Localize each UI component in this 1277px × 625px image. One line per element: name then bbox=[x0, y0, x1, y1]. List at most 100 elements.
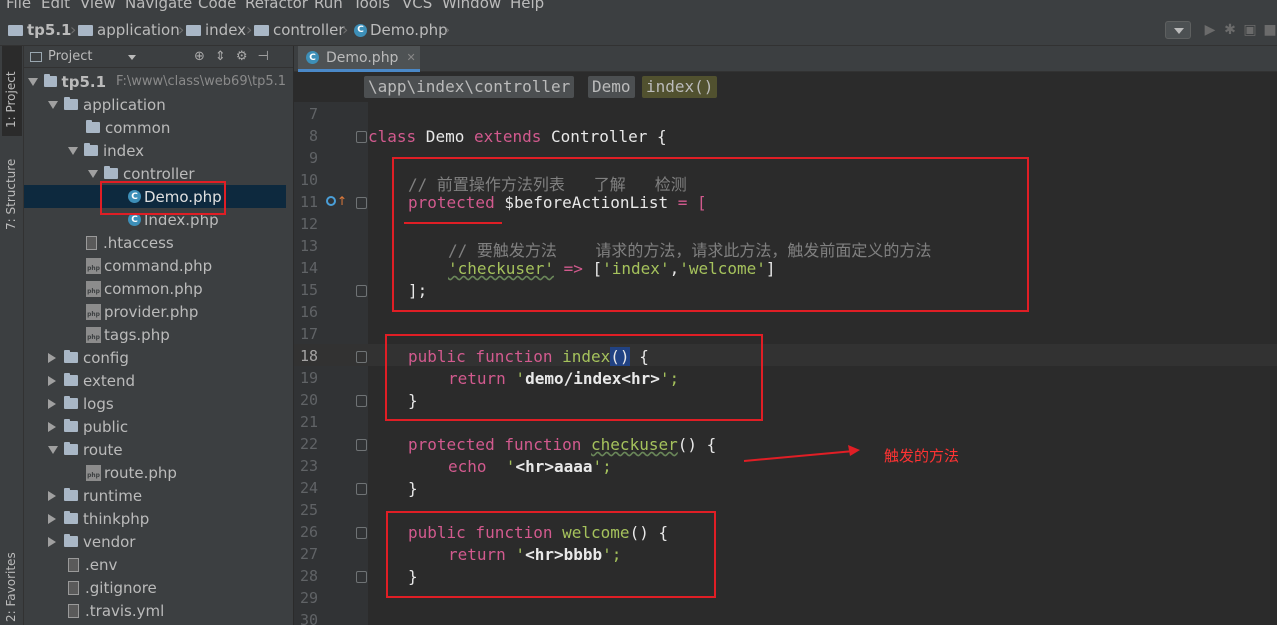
menu-vcs[interactable]: VCS bbox=[402, 0, 432, 12]
menu-file[interactable]: File bbox=[6, 0, 31, 12]
chevron-down-icon[interactable] bbox=[128, 55, 136, 60]
folder-icon bbox=[254, 24, 269, 36]
project-panel-header[interactable]: Project ⊕ ⇕ ⚙ ⊣ bbox=[24, 46, 293, 68]
tree-item-tags-php[interactable]: php tags.php bbox=[24, 323, 286, 346]
code-line-23: echo '<hr>aaaa'; bbox=[448, 457, 612, 476]
text-file-icon bbox=[68, 557, 79, 572]
php-file-icon: php bbox=[86, 464, 101, 481]
menu-tools[interactable]: Tools bbox=[353, 0, 390, 12]
tree-item-htaccess[interactable]: .htaccess bbox=[24, 231, 286, 254]
fold-marker-icon[interactable] bbox=[356, 527, 367, 539]
line-number: 15 bbox=[299, 281, 318, 299]
collapse-right-icon[interactable] bbox=[48, 490, 56, 501]
tree-item-index[interactable]: index bbox=[24, 139, 286, 162]
fold-marker-icon[interactable] bbox=[356, 439, 367, 451]
tree-item-logs[interactable]: logs bbox=[24, 392, 286, 415]
fold-marker-icon[interactable] bbox=[356, 395, 367, 407]
expand-icon[interactable] bbox=[28, 77, 38, 86]
breadcrumb-class[interactable]: Demo bbox=[588, 76, 635, 98]
crumb-project[interactable]: tp5.1 bbox=[8, 21, 71, 39]
tab-project-tool[interactable]: 1: Project bbox=[2, 46, 22, 136]
tree-item-common-php[interactable]: php common.php bbox=[24, 277, 286, 300]
crumb-application[interactable]: application bbox=[78, 21, 180, 39]
tree-item-application[interactable]: application bbox=[24, 93, 286, 116]
collapse-right-icon[interactable] bbox=[48, 536, 56, 547]
tree-item-command-php[interactable]: php command.php bbox=[24, 254, 286, 277]
debug-icon[interactable]: ✱ bbox=[1223, 23, 1237, 37]
override-arrow-icon[interactable]: ↑ bbox=[337, 194, 347, 208]
tree-item-public[interactable]: public bbox=[24, 415, 286, 438]
tree-item-extend[interactable]: extend bbox=[24, 369, 286, 392]
target-icon[interactable]: ⊕ bbox=[194, 49, 205, 64]
gear-icon[interactable]: ⚙ bbox=[236, 49, 248, 64]
collapse-right-icon[interactable] bbox=[48, 352, 56, 363]
annotation-box-welcome-method bbox=[386, 511, 716, 598]
fold-marker-icon[interactable] bbox=[356, 483, 367, 495]
fold-marker-icon[interactable] bbox=[356, 285, 367, 297]
menu-refactor[interactable]: Refactor bbox=[245, 0, 308, 12]
line-number-current: 18 bbox=[299, 347, 318, 365]
tab-favorites-tool[interactable]: 2: Favorites bbox=[2, 546, 22, 624]
breadcrumb-namespace[interactable]: \app\index\controller bbox=[364, 76, 575, 98]
expand-icon[interactable] bbox=[48, 445, 58, 454]
expand-icon[interactable] bbox=[48, 100, 58, 109]
stop-icon[interactable]: ■ bbox=[1263, 23, 1277, 37]
collapse-icon[interactable]: ⇕ bbox=[215, 49, 226, 64]
chevron-right-icon: › bbox=[342, 20, 349, 39]
tree-item-travis-yml[interactable]: .travis.yml bbox=[24, 599, 286, 622]
crumb-file[interactable]: C Demo.php bbox=[354, 21, 448, 39]
line-number: 9 bbox=[308, 149, 318, 167]
line-number: 24 bbox=[299, 479, 318, 497]
run-icon[interactable]: ▶ bbox=[1203, 23, 1217, 37]
tree-item-thinkphp[interactable]: thinkphp bbox=[24, 507, 286, 530]
tab-structure-tool[interactable]: 7: Structure bbox=[2, 142, 22, 234]
menu-edit[interactable]: Edit bbox=[41, 0, 70, 12]
collapse-right-icon[interactable] bbox=[48, 421, 56, 432]
line-number: 25 bbox=[299, 501, 318, 519]
tree-item-provider-php[interactable]: php provider.php bbox=[24, 300, 286, 323]
fold-marker-icon[interactable] bbox=[356, 131, 367, 143]
folder-icon bbox=[44, 74, 57, 87]
tree-item-config[interactable]: config bbox=[24, 346, 286, 369]
tree-item-common[interactable]: common bbox=[24, 116, 286, 139]
fold-marker-icon[interactable] bbox=[356, 351, 367, 363]
menu-help[interactable]: Help bbox=[510, 0, 544, 12]
crumb-index[interactable]: index bbox=[186, 21, 246, 39]
run-config-dropdown[interactable] bbox=[1165, 21, 1191, 39]
collapse-right-icon[interactable] bbox=[48, 398, 56, 409]
folder-icon bbox=[8, 24, 23, 36]
tree-item-route-php[interactable]: php route.php bbox=[24, 461, 286, 484]
line-number: 23 bbox=[299, 457, 318, 475]
fold-marker-icon[interactable] bbox=[356, 571, 367, 583]
folder-icon bbox=[86, 120, 100, 133]
crumb-controller[interactable]: controller bbox=[254, 21, 345, 39]
line-number: 17 bbox=[299, 325, 318, 343]
hide-icon[interactable]: ⊣ bbox=[257, 49, 268, 64]
coverage-icon[interactable]: ▣ bbox=[1243, 23, 1257, 37]
tree-item-vendor[interactable]: vendor bbox=[24, 530, 286, 553]
expand-icon[interactable] bbox=[68, 146, 78, 155]
breadcrumb-method[interactable]: index() bbox=[642, 76, 718, 98]
annotation-box-before-action-list bbox=[392, 157, 1029, 312]
tree-root[interactable]: tp5.1 F:\www\class\web69\tp5.1 bbox=[24, 70, 286, 93]
menu-view[interactable]: View bbox=[80, 0, 116, 12]
menu-navigate[interactable]: Navigate bbox=[125, 0, 192, 12]
tree-item-env[interactable]: .env bbox=[24, 553, 286, 576]
tree-item-gitignore[interactable]: .gitignore bbox=[24, 576, 286, 599]
tree-item-runtime[interactable]: runtime bbox=[24, 484, 286, 507]
code-line-24: } bbox=[408, 479, 418, 498]
fold-marker-icon[interactable] bbox=[356, 197, 367, 209]
implements-marker-icon[interactable] bbox=[326, 196, 336, 206]
close-icon[interactable]: ✕ bbox=[406, 51, 415, 64]
menu-run[interactable]: Run bbox=[314, 0, 343, 12]
run-toolbar: ▶ ✱ ▣ ■ bbox=[1165, 18, 1277, 42]
menu-code[interactable]: Code bbox=[198, 0, 236, 12]
folder-icon bbox=[64, 419, 78, 432]
tree-item-route[interactable]: route bbox=[24, 438, 286, 461]
collapse-right-icon[interactable] bbox=[48, 513, 56, 524]
text-file-icon bbox=[68, 580, 79, 595]
menu-window[interactable]: Window bbox=[442, 0, 501, 12]
expand-icon[interactable] bbox=[88, 169, 98, 178]
tab-demo-php[interactable]: C Demo.php ✕ bbox=[298, 46, 420, 72]
collapse-right-icon[interactable] bbox=[48, 375, 56, 386]
